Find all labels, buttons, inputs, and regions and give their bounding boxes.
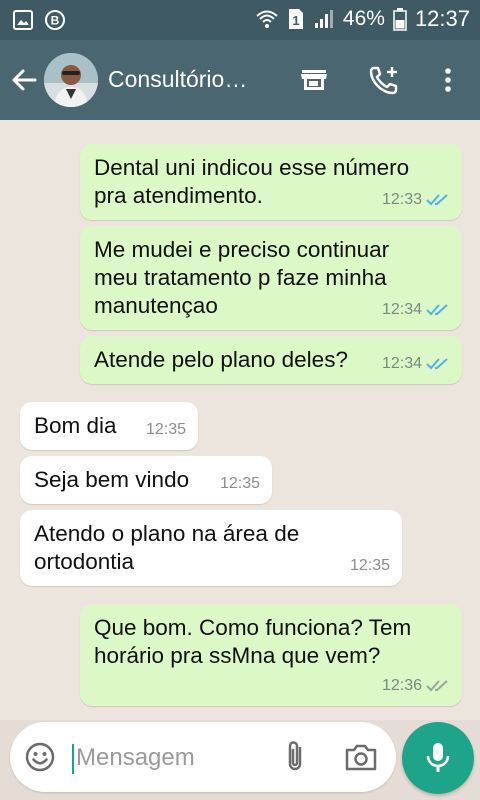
message-bubble-outgoing[interactable]: Me mudei e preciso continuar meu tratame… <box>80 226 462 330</box>
svg-text:B: B <box>51 14 60 28</box>
message-text: ortodontia <box>34 549 135 574</box>
double-check-read-icon <box>426 304 448 316</box>
svg-text:1: 1 <box>292 13 299 28</box>
message-time: 12:35 <box>219 475 260 492</box>
message-bubble-incoming[interactable]: Seja bem vindo 12:35 <box>20 456 272 504</box>
double-check-delivered-icon <box>426 680 448 692</box>
signal-icon <box>314 10 333 28</box>
message-text: Que bom. Como funciona? Tem <box>94 615 412 640</box>
message-bubble-incoming[interactable]: Atendo o plano na área de ortodontia 12:… <box>20 510 402 586</box>
avatar-image <box>44 53 98 107</box>
chat-title[interactable]: Consultório… <box>108 66 247 93</box>
message-time: 12:36 <box>381 677 422 694</box>
message-time: 12:35 <box>145 421 186 438</box>
message-bubble-outgoing[interactable]: Que bom. Como funciona? Tem horário pra … <box>80 604 462 706</box>
message-text: Atendo o plano na área de <box>34 521 300 546</box>
message-time: 12:34 <box>381 355 422 372</box>
message-text: Dental uni indicou esse número <box>94 155 410 180</box>
message-time: 12:34 <box>381 301 422 318</box>
message-composer <box>10 722 396 792</box>
message-text: meu tratamento p faze minha <box>94 265 387 290</box>
double-check-read-icon <box>426 358 448 370</box>
message-time: 12:35 <box>349 557 390 574</box>
attach-icon[interactable] <box>280 739 310 775</box>
more-options-icon[interactable] <box>432 64 464 96</box>
mic-icon <box>426 743 450 772</box>
battery-percent: 46% <box>342 7 385 30</box>
message-list[interactable]: Dental uni indicou esse número pra atend… <box>0 120 480 720</box>
message-bubble-outgoing[interactable]: Dental uni indicou esse número pra atend… <box>80 144 462 220</box>
double-check-read-icon <box>426 194 448 206</box>
message-time: 12:33 <box>381 191 422 208</box>
status-bar: B 1 46% 12:37 <box>0 0 480 40</box>
wifi-icon <box>256 10 278 28</box>
chat-header: Consultório… <box>0 40 480 120</box>
b-notification-icon: B <box>45 10 65 30</box>
message-input[interactable] <box>76 740 256 776</box>
emoji-icon[interactable] <box>24 741 56 773</box>
store-icon[interactable] <box>298 64 330 96</box>
status-time: 12:37 <box>414 6 470 31</box>
message-text: Me mudei e preciso continuar <box>94 237 390 262</box>
camera-icon[interactable] <box>344 742 378 772</box>
message-text: horário pra ssMna que vem? <box>94 643 381 668</box>
message-bubble-outgoing[interactable]: Atende pelo plano deles? 12:34 <box>80 336 462 384</box>
battery-icon <box>393 8 407 31</box>
back-arrow-icon[interactable] <box>10 66 38 94</box>
contact-avatar[interactable] <box>44 53 98 107</box>
sim-icon: 1 <box>288 9 303 29</box>
text-cursor <box>72 744 74 774</box>
add-call-icon[interactable] <box>368 64 400 96</box>
message-bubble-incoming[interactable]: Bom dia 12:35 <box>20 402 198 450</box>
voice-record-button[interactable] <box>402 722 474 794</box>
image-notification-icon <box>13 10 33 30</box>
